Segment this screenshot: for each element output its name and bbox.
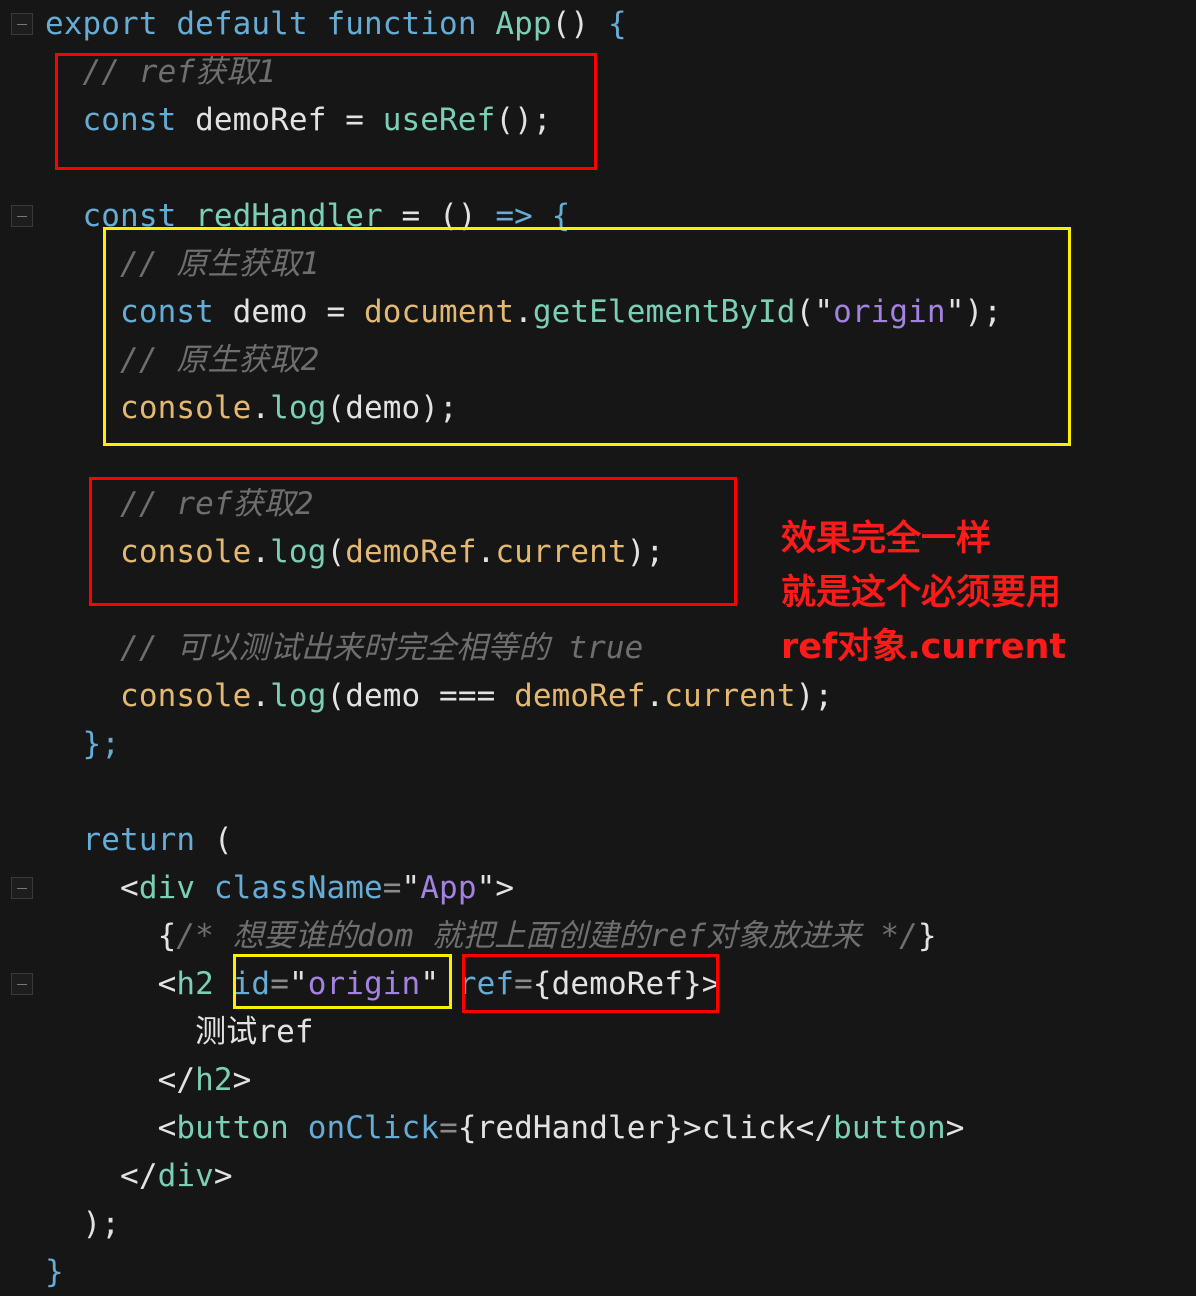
code-line[interactable]: <div className="App"> xyxy=(45,864,1002,912)
code-token: = xyxy=(382,870,402,906)
code-line[interactable]: }; xyxy=(45,720,1002,768)
code-line[interactable]: export default function App() { xyxy=(45,0,1002,48)
code-token: h2 xyxy=(195,1062,233,1098)
code-line[interactable]: console.log(demo === demoRef.current); xyxy=(45,672,1002,720)
code-token: {redHandler}>click</ xyxy=(457,1110,834,1146)
code-token: > xyxy=(232,1062,252,1098)
code-token: /* 想要谁的dom 就把上面创建的ref对象放进来 */ xyxy=(176,918,918,954)
code-token: 测试ref xyxy=(45,1014,314,1050)
code-token: function xyxy=(326,6,496,42)
code-token: " xyxy=(401,870,421,906)
code-token: demoRef xyxy=(514,678,646,714)
highlight-box-id-attr xyxy=(233,954,452,1009)
fold-collapse-icon[interactable] xyxy=(11,13,33,35)
code-line[interactable]: {/* 想要谁的dom 就把上面创建的ref对象放进来 */} xyxy=(45,912,1002,960)
code-token: . xyxy=(645,678,665,714)
code-token: className xyxy=(213,870,383,906)
code-token: } xyxy=(45,1254,64,1290)
code-line[interactable]: </h2> xyxy=(45,1056,1002,1104)
code-token: onClick xyxy=(307,1110,440,1146)
code-token: </ xyxy=(45,1062,196,1098)
fold-collapse-icon[interactable] xyxy=(11,973,33,995)
code-token: > xyxy=(213,1158,233,1194)
annotation-note: 效果完全一样 就是这个必须要用 ref对象.current xyxy=(781,512,1066,674)
code-token: div xyxy=(157,1158,214,1194)
code-token: < xyxy=(45,966,177,1002)
code-token: > xyxy=(945,1110,965,1146)
highlight-box-native-get xyxy=(103,227,1071,446)
code-token: App xyxy=(420,870,477,906)
code-token: (demo === xyxy=(326,678,515,714)
code-line[interactable]: } xyxy=(45,1248,1002,1296)
code-line[interactable]: <button onClick={redHandler}>click</butt… xyxy=(45,1104,1002,1152)
code-token: button xyxy=(833,1110,946,1146)
code-line[interactable] xyxy=(45,768,1002,816)
code-token: button xyxy=(176,1110,308,1146)
code-token: default xyxy=(176,6,327,42)
code-line[interactable]: </div> xyxy=(45,1152,1002,1200)
highlight-box-ref-attr xyxy=(462,954,719,1013)
annotation-line: 效果完全一样 xyxy=(781,519,992,559)
fold-collapse-icon[interactable] xyxy=(11,877,33,899)
code-token: </ xyxy=(45,1158,158,1194)
code-token: App xyxy=(495,6,552,42)
code-line[interactable]: 测试ref xyxy=(45,1008,1002,1056)
code-token: ( xyxy=(213,822,233,858)
code-token: return xyxy=(45,822,214,858)
code-token: ); xyxy=(45,1206,121,1242)
code-token: { xyxy=(607,6,627,42)
annotation-line: ref对象.current xyxy=(781,627,1067,667)
code-token: }; xyxy=(45,726,121,762)
code-token: console xyxy=(45,678,252,714)
code-token: export xyxy=(45,6,177,42)
annotation-line: 就是这个必须要用 xyxy=(781,573,1062,613)
highlight-box-ref-create xyxy=(55,53,597,170)
fold-collapse-icon[interactable] xyxy=(11,205,33,227)
highlight-box-ref-get xyxy=(89,477,737,606)
code-token: current xyxy=(664,678,796,714)
code-token: "> xyxy=(476,870,515,906)
code-token: div xyxy=(138,870,214,906)
code-line[interactable]: return ( xyxy=(45,816,1002,864)
code-token: ); xyxy=(795,678,834,714)
code-token: } xyxy=(917,918,937,954)
code-token: < xyxy=(45,1110,177,1146)
code-token: h2 xyxy=(176,966,233,1002)
code-token: = xyxy=(439,1110,458,1146)
code-token: < xyxy=(45,870,139,906)
code-token: // 可以测试出来时完全相等的 true xyxy=(45,630,644,666)
code-token: { xyxy=(45,918,177,954)
code-token: log xyxy=(270,678,327,714)
code-line[interactable]: ); xyxy=(45,1200,1002,1248)
code-token: () xyxy=(551,6,608,42)
code-token: . xyxy=(251,678,271,714)
